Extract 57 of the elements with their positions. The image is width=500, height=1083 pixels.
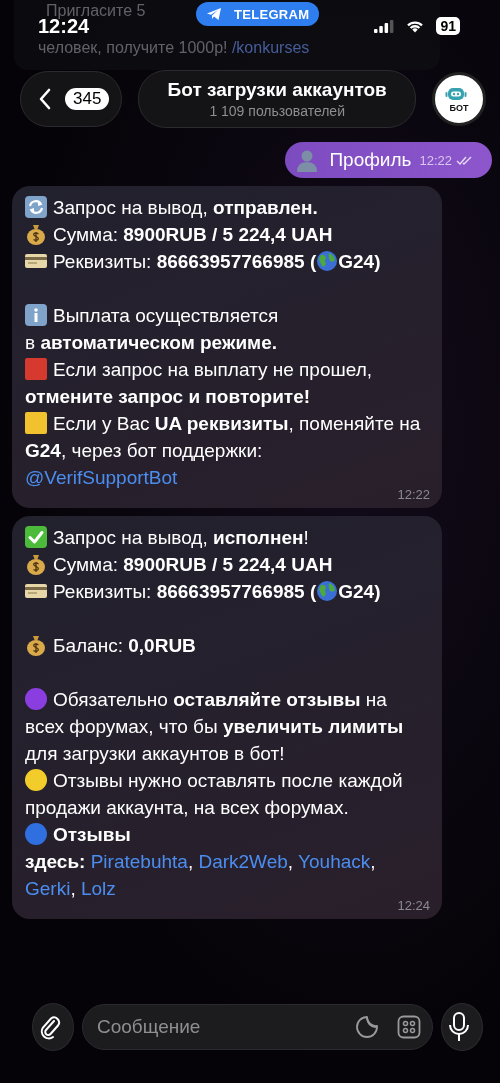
- money-bag-icon: [25, 223, 47, 245]
- sticker-icon: [355, 1015, 379, 1039]
- link[interactable]: /konkurses: [231, 39, 310, 56]
- grid-icon: [397, 1015, 421, 1039]
- message-text: Обязательно оставляйте отзывы на всех форумах, что бы увеличить лимиты для загрузки аккаунтов в бот!: [25, 687, 405, 766]
- attach-button[interactable]: [32, 1003, 74, 1051]
- refresh-icon: [25, 196, 47, 218]
- link[interactable]: Youhack: [298, 851, 371, 872]
- info-icon: [25, 304, 47, 326]
- link[interactable]: Piratebuhta: [90, 851, 188, 872]
- microphone-icon: [448, 1012, 470, 1042]
- message-time: 12:22: [397, 487, 430, 502]
- check-icon: [25, 526, 47, 548]
- message-text: Если запрос на выплату не прошел, отмените запрос и повторите!: [25, 357, 374, 409]
- money-bag-icon: [25, 553, 47, 575]
- robot-icon: [445, 85, 467, 102]
- link[interactable]: Gerki: [25, 878, 71, 899]
- app-pill[interactable]: TELEGRAM: [196, 2, 320, 26]
- message-text: Профиль: [329, 149, 412, 171]
- battery-indicator: 91: [436, 17, 460, 35]
- chevron-left-icon: [39, 88, 51, 110]
- message-text: Отзывы: [25, 821, 430, 848]
- message-text: здесь: Piratebuhta, Dark2Web, Youhack, Gerki, Lolz: [25, 850, 377, 901]
- message-text: Запрос на вывод, отправлен.: [25, 194, 430, 221]
- message-text: Выплата осуществляется: [25, 302, 430, 329]
- chat-title-pill[interactable]: Бот загрузки аккаунтов 1 109 пользователей: [138, 70, 416, 128]
- back-button[interactable]: 345: [20, 71, 123, 127]
- message-text: Реквизиты: 86663957766985 ( G24): [25, 578, 430, 605]
- chat-title: Бот загрузки аккаунтов: [167, 79, 387, 101]
- signal-icon: [374, 19, 395, 33]
- link[interactable]: Dark2Web: [198, 851, 288, 872]
- person-icon: [295, 148, 320, 172]
- microphone-button[interactable]: [441, 1003, 483, 1051]
- money-bag-icon: [25, 634, 47, 656]
- member-count: 1 109 пользователей: [209, 103, 345, 119]
- paperclip-icon: [39, 1014, 61, 1040]
- message-text: в автоматическом режиме.: [25, 331, 278, 355]
- globe-icon: [316, 250, 339, 272]
- bot-avatar[interactable]: БОТ: [432, 72, 486, 126]
- message-text: Реквизиты: 86663957766985 ( G24): [25, 248, 430, 275]
- wifi-icon: [406, 19, 425, 33]
- message-time: 12:22: [419, 152, 452, 168]
- globe-icon: [316, 580, 339, 602]
- link[interactable]: Lolz: [80, 878, 116, 899]
- message-text: Запрос на вывод, исполнен!: [25, 524, 430, 551]
- message-time: 12:24: [397, 898, 430, 913]
- avatar-label: БОТ: [449, 102, 469, 113]
- message-text: человек, получите 1000р! /konkurses: [38, 39, 310, 56]
- message-input[interactable]: Сообщение: [82, 1004, 433, 1050]
- message-text: Сумма: 8900RUB / 5 224,4 UAH: [25, 551, 430, 578]
- message-text: Баланс: 0,0RUB: [25, 632, 430, 659]
- message-text: Если у Вас UA реквизиты, поменяйте на G24, через бот поддержки:: [25, 411, 422, 463]
- unread-count: 345: [65, 88, 110, 110]
- message-text: Сумма: 8900RUB / 5 224,4 UAH: [25, 221, 430, 248]
- message-text: Отзывы нужно оставлять после каждой продажи аккаунта, на всех форумах.: [25, 768, 404, 820]
- link[interactable]: @VerifSupportBot: [25, 467, 178, 488]
- paper-plane-icon: [206, 6, 222, 22]
